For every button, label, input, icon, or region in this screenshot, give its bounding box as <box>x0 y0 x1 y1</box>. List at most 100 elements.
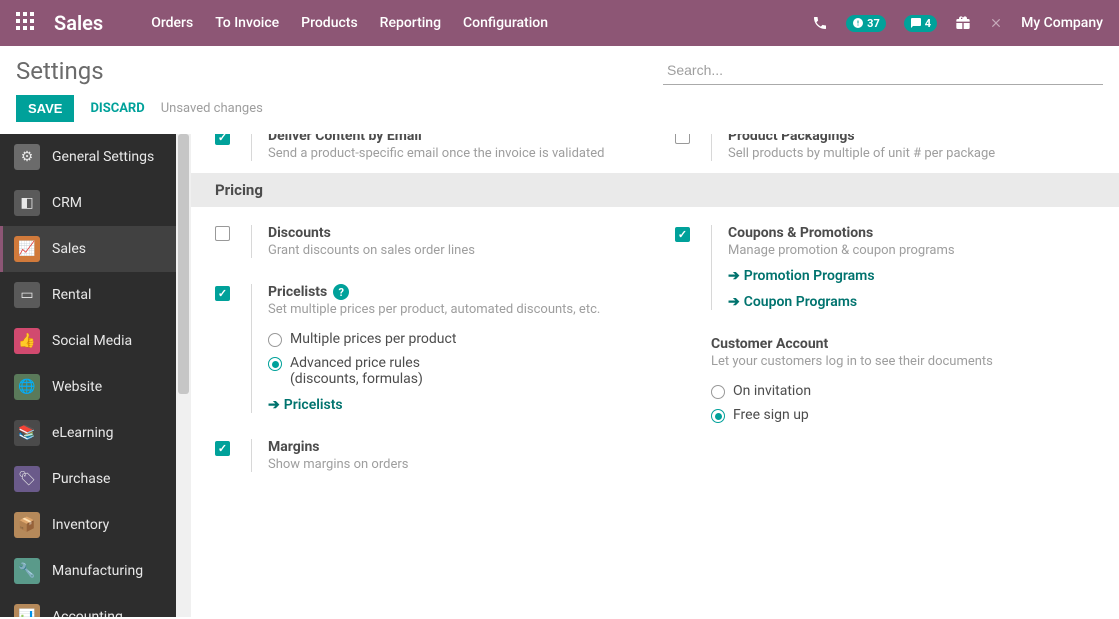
sidebar-label: Social Media <box>52 333 132 349</box>
setting-pricelists: Pricelists ? Set multiple prices per pro… <box>215 284 635 413</box>
nav-orders[interactable]: Orders <box>151 15 193 31</box>
radio-sublabel: (discounts, formulas) <box>290 371 635 387</box>
sidebar-icon: ◧ <box>14 190 40 216</box>
radio-input[interactable] <box>268 357 282 371</box>
close-icon[interactable] <box>989 16 1003 30</box>
nav-configuration[interactable]: Configuration <box>463 15 548 31</box>
sidebar-item-accounting[interactable]: 📊 Accounting <box>0 594 176 617</box>
radio-input[interactable] <box>268 333 282 347</box>
scrollbar-thumb[interactable] <box>178 134 189 394</box>
unsaved-label: Unsaved changes <box>161 101 263 116</box>
sidebar-item-rental[interactable]: ▭ Rental <box>0 272 176 318</box>
checkbox-coupons[interactable] <box>675 227 690 242</box>
radio-label: On invitation <box>733 383 811 399</box>
link-promotion-programs[interactable]: ➔ Promotion Programs <box>728 268 1095 284</box>
action-bar: SAVE DISCARD Unsaved changes <box>0 91 1119 134</box>
radio-label: Advanced price rules <box>290 355 420 371</box>
main-area: ⚙General Settings ◧ CRM 📈 Sales ▭ Rental 👍 Socia… <box>0 134 1119 617</box>
setting-title: Pricelists <box>268 284 327 300</box>
company-name[interactable]: My Company <box>1021 15 1103 31</box>
content-area: Deliver Content by Email Send a product-… <box>191 134 1119 617</box>
sidebar-label: Rental <box>52 287 91 303</box>
page-title: Settings <box>16 57 104 85</box>
setting-desc: Sell products by multiple of unit # per … <box>728 146 1095 161</box>
sidebar-icon: 🔧 <box>14 558 40 584</box>
sidebar-label: Website <box>52 379 102 395</box>
checkbox-deliver-content[interactable] <box>215 134 230 145</box>
sidebar-icon: 📈 <box>14 236 40 262</box>
setting-product-packagings: Product Packagings Sell products by mult… <box>675 134 1095 161</box>
radio-free-signup[interactable]: Free sign up <box>711 407 1095 423</box>
sidebar-scrollbar[interactable] <box>176 134 191 617</box>
sidebar-label: Accounting <box>52 609 123 617</box>
setting-desc: Manage promotion & coupon programs <box>728 243 1095 258</box>
nav-products[interactable]: Products <box>301 15 358 31</box>
activity-badge[interactable]: 37 <box>846 15 886 32</box>
link-coupon-programs[interactable]: ➔ Coupon Programs <box>728 294 1095 310</box>
sidebar-item-elearning[interactable]: 📚 eLearning <box>0 410 176 456</box>
radio-on-invitation[interactable]: On invitation <box>711 383 1095 399</box>
nav-right: 37 4 My Company <box>812 15 1103 32</box>
sidebar-icon: ▭ <box>14 282 40 308</box>
link-pricelists[interactable]: ➔ Pricelists <box>268 397 635 413</box>
link-label: Pricelists <box>284 397 343 413</box>
save-button[interactable]: SAVE <box>16 95 74 122</box>
checkbox-discounts[interactable] <box>215 226 230 241</box>
radio-input[interactable] <box>711 385 725 399</box>
radio-label: Free sign up <box>733 407 809 423</box>
sidebar-item-social-media[interactable]: 👍 Social Media <box>0 318 176 364</box>
settings-row-pricing: Discounts Grant discounts on sales order… <box>191 207 1119 490</box>
sidebar-item-sales[interactable]: 📈 Sales <box>0 226 176 272</box>
setting-title: Product Packagings <box>728 134 1095 144</box>
gift-icon[interactable] <box>955 15 971 31</box>
radio-advanced-rules[interactable]: Advanced price rules <box>268 355 635 371</box>
app-brand[interactable]: Sales <box>54 11 103 35</box>
sidebar-label: Sales <box>52 241 86 257</box>
radio-multiple-prices[interactable]: Multiple prices per product <box>268 331 635 347</box>
radio-input[interactable] <box>711 409 725 423</box>
setting-title: Customer Account <box>711 336 1095 352</box>
checkbox-pricelists[interactable] <box>215 286 230 301</box>
checkbox-margins[interactable] <box>215 441 230 456</box>
setting-title: Margins <box>268 439 635 455</box>
arrow-right-icon: ➔ <box>728 268 740 284</box>
sidebar-label: Purchase <box>52 471 110 487</box>
setting-desc: Set multiple prices per product, automat… <box>268 302 635 317</box>
apps-icon[interactable] <box>16 12 34 34</box>
sidebar-item-purchase[interactable]: 🏷 Purchase <box>0 456 176 502</box>
section-pricing-header: Pricing <box>191 173 1119 207</box>
search-input[interactable] <box>663 56 1103 85</box>
setting-title: Coupons & Promotions <box>728 225 1095 241</box>
sidebar-item-manufacturing[interactable]: 🔧Manufacturing <box>0 548 176 594</box>
nav-reporting[interactable]: Reporting <box>380 15 441 31</box>
discard-button[interactable]: DISCARD <box>90 101 144 116</box>
sidebar-label: Inventory <box>52 517 109 533</box>
phone-icon[interactable] <box>812 15 828 31</box>
sidebar-item-general-settings[interactable]: ⚙General Settings <box>0 134 176 180</box>
messages-badge[interactable]: 4 <box>904 15 937 32</box>
settings-row-truncated: Deliver Content by Email Send a product-… <box>191 134 1119 169</box>
sidebar-item-website[interactable]: 🌐Website <box>0 364 176 410</box>
setting-discounts: Discounts Grant discounts on sales order… <box>215 225 635 258</box>
sidebar-icon: 📦 <box>14 512 40 538</box>
sidebar-icon: 🏷 <box>14 466 40 492</box>
setting-coupons: Coupons & Promotions Manage promotion & … <box>675 225 1095 310</box>
setting-desc: Show margins on orders <box>268 457 635 472</box>
link-label: Coupon Programs <box>744 294 857 310</box>
nav-to-invoice[interactable]: To Invoice <box>215 15 279 31</box>
page-header: Settings <box>0 46 1119 91</box>
sidebar-item-crm[interactable]: ◧ CRM <box>0 180 176 226</box>
sidebar-icon: 📚 <box>14 420 40 446</box>
setting-title: Deliver Content by Email <box>268 134 635 144</box>
top-navbar: Sales Orders To Invoice Products Reporti… <box>0 0 1119 46</box>
setting-desc: Send a product-specific email once the i… <box>268 146 635 161</box>
sidebar-icon: 📊 <box>14 604 40 617</box>
sidebar-label: eLearning <box>52 425 113 441</box>
activity-count: 37 <box>867 17 880 30</box>
checkbox-packagings[interactable] <box>675 134 690 144</box>
arrow-right-icon: ➔ <box>728 294 740 310</box>
sidebar-icon: 👍 <box>14 328 40 354</box>
help-icon[interactable]: ? <box>333 284 349 300</box>
sidebar-item-inventory[interactable]: 📦 Inventory <box>0 502 176 548</box>
sidebar-label: CRM <box>52 195 82 211</box>
